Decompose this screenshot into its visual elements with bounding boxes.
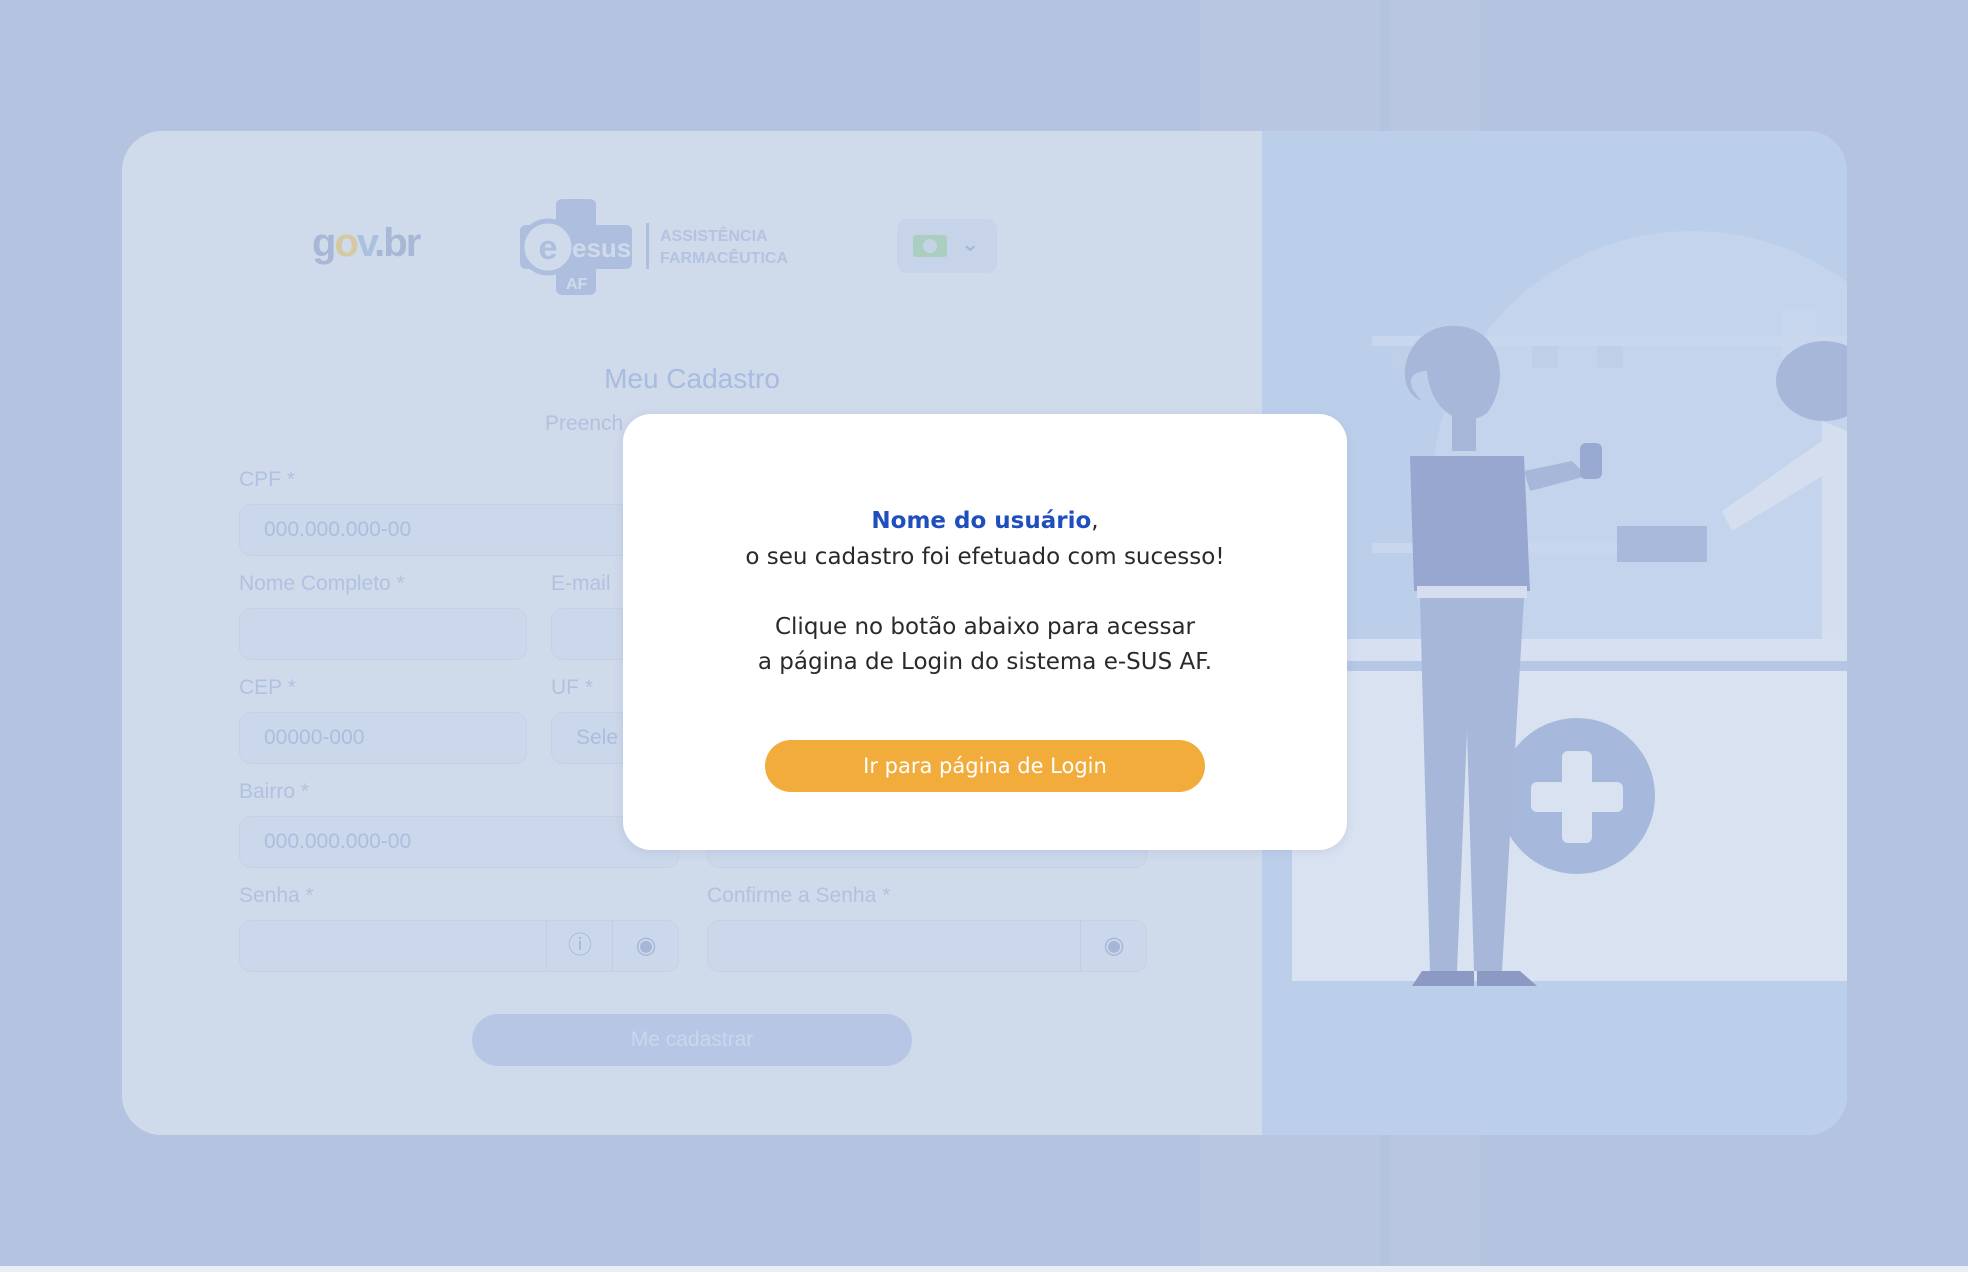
pharmacy-illustration	[1262, 231, 1847, 986]
modal-greeting: Nome do usuário,	[623, 503, 1347, 539]
cpf-label: CPF *	[239, 468, 296, 491]
register-button[interactable]: Me cadastrar	[472, 1014, 912, 1066]
go-to-login-button[interactable]: Ir para página de Login	[765, 740, 1205, 792]
senha-field[interactable]: ⓘ ◉	[239, 920, 679, 972]
esus-af-logo: e esus AF ASSISTÊNCIA FARMACÊUTICA	[520, 199, 788, 295]
form-subtitle: Preench	[545, 412, 624, 435]
cep-label: CEP *	[239, 676, 296, 699]
confirme-label: Confirme a Senha *	[707, 884, 891, 907]
language-selector[interactable]: ⌄	[897, 219, 997, 273]
esus-line1: ASSISTÊNCIA	[660, 226, 768, 245]
af-badge: AF	[566, 276, 588, 293]
cep-field[interactable]: 00000-000	[239, 712, 527, 764]
illustration-panel	[1262, 131, 1847, 1135]
page-bottom-edge	[0, 1266, 1968, 1272]
govbr-logo: gov.br	[312, 221, 421, 265]
bairro-label: Bairro *	[239, 780, 310, 803]
cpf-field[interactable]: 000.000.000-00	[239, 504, 679, 556]
nome-field[interactable]	[239, 608, 527, 660]
form-title: Meu Cadastro	[604, 363, 780, 394]
chevron-down-icon: ⌄	[961, 231, 980, 256]
confirme-senha-field[interactable]: ◉	[707, 920, 1147, 972]
user-name: Nome do usuário	[871, 508, 1092, 534]
instruction-line-1: Clique no botão abaixo para acessar	[774, 614, 1196, 640]
info-icon[interactable]: ⓘ	[546, 921, 613, 971]
email-label: E-mail	[551, 572, 611, 595]
senha-label: Senha *	[239, 884, 314, 907]
esus-mark: esus	[572, 233, 631, 263]
svg-text:e: e	[539, 229, 558, 267]
eye-icon[interactable]: ◉	[1080, 921, 1147, 971]
uf-label: UF *	[551, 676, 593, 699]
name-suffix: ,	[1091, 508, 1099, 534]
success-modal: Nome do usuário, o seu cadastro foi efet…	[623, 414, 1347, 850]
nome-label: Nome Completo *	[239, 572, 405, 595]
brazil-flag-icon	[913, 235, 947, 257]
success-message: o seu cadastro foi efetuado com sucesso!	[745, 544, 1225, 570]
instruction-line-2: a página de Login do sistema e-SUS AF.	[757, 649, 1213, 675]
esus-line2: FARMACÊUTICA	[660, 248, 788, 267]
eye-icon[interactable]: ◉	[612, 921, 679, 971]
bairro-field[interactable]: 000.000.000-00	[239, 816, 679, 868]
